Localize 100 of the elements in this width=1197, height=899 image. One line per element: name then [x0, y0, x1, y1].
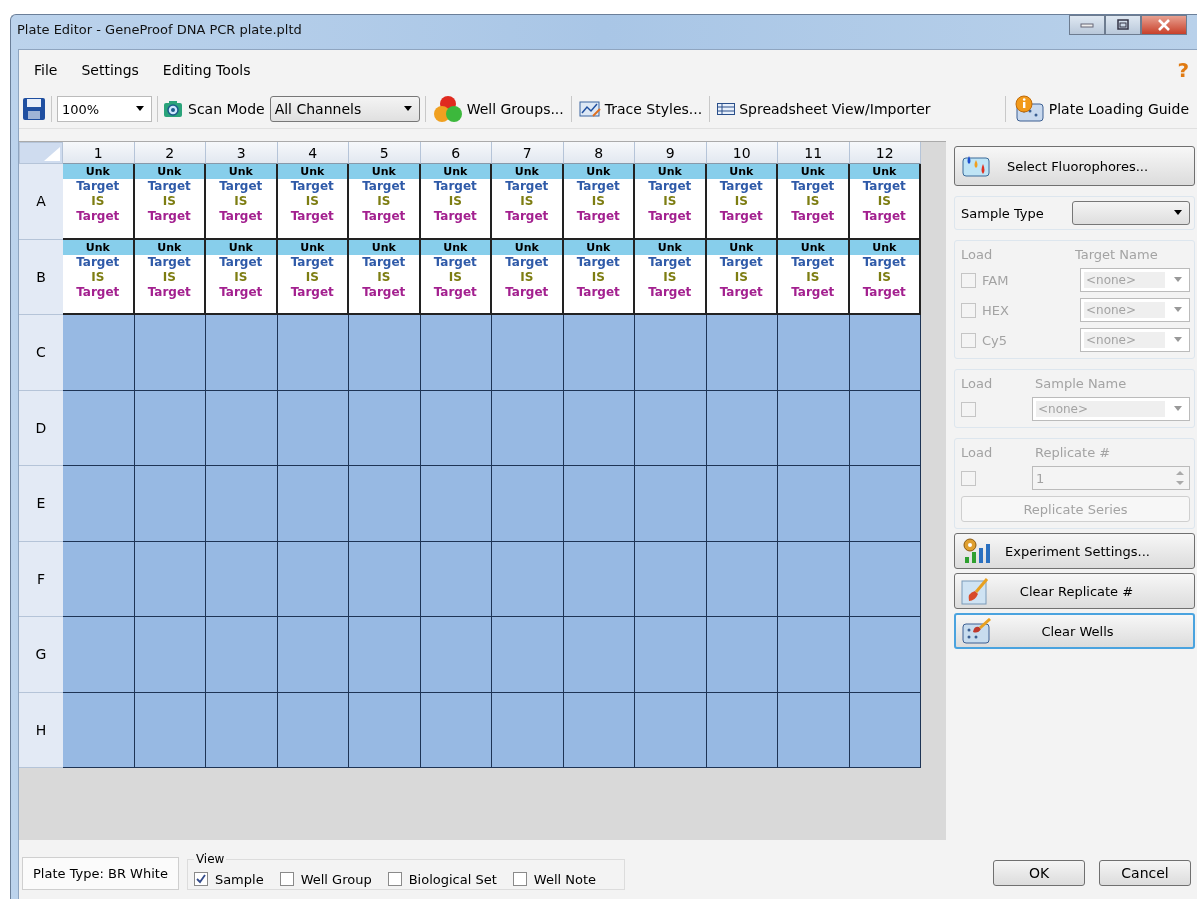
row-header[interactable]: F	[19, 541, 63, 617]
plate-well[interactable]	[492, 692, 564, 768]
plate-well[interactable]	[849, 466, 921, 542]
plate-well[interactable]	[706, 541, 778, 617]
plate-well[interactable]	[849, 315, 921, 391]
plate-well[interactable]	[492, 541, 564, 617]
plate-well[interactable]: Unk Target IS Target	[706, 239, 778, 315]
plate-well[interactable]: Unk Target IS Target	[206, 164, 278, 240]
plate-well[interactable]	[635, 466, 707, 542]
plate-well[interactable]	[420, 390, 492, 466]
plate-well[interactable]	[635, 617, 707, 693]
column-header[interactable]: 8	[563, 142, 635, 164]
menu-item[interactable]: Settings	[81, 62, 139, 78]
maximize-button[interactable]	[1105, 15, 1141, 35]
plate-well[interactable]	[206, 466, 278, 542]
plate-well[interactable]	[420, 541, 492, 617]
close-button[interactable]	[1141, 15, 1187, 35]
plate-well[interactable]	[778, 466, 850, 542]
plate-well[interactable]	[706, 692, 778, 768]
plate-well[interactable]	[706, 617, 778, 693]
menu-item[interactable]: Editing Tools	[162, 62, 251, 78]
plate-well[interactable]: Unk Target IS Target	[706, 164, 778, 240]
plate-well[interactable]	[563, 617, 635, 693]
plate-well[interactable]	[420, 692, 492, 768]
plate-well[interactable]	[349, 390, 421, 466]
menu-item[interactable]: File	[34, 62, 58, 78]
dialog-button[interactable]: OK	[993, 860, 1085, 886]
row-header[interactable]: C	[19, 315, 63, 391]
plate-well[interactable]: Unk Target IS Target	[778, 164, 850, 240]
plate-well[interactable]	[706, 466, 778, 542]
view-checkbox[interactable]: Well Group	[279, 871, 372, 887]
dialog-button[interactable]: Cancel	[1099, 860, 1191, 886]
plate-well[interactable]	[849, 541, 921, 617]
plate-well[interactable]	[134, 315, 206, 391]
plate-well[interactable]	[277, 466, 349, 542]
plate-well[interactable]	[277, 315, 349, 391]
plate-well[interactable]	[563, 541, 635, 617]
row-header[interactable]: H	[19, 692, 63, 768]
plate-well[interactable]	[635, 692, 707, 768]
plate-well[interactable]	[134, 541, 206, 617]
action-button[interactable]: Experiment Settings...	[954, 533, 1195, 569]
plate-well[interactable]	[778, 541, 850, 617]
plate-well[interactable]	[706, 390, 778, 466]
toolbar-button[interactable]: Plate Loading Guide	[1010, 95, 1191, 123]
plate-well[interactable]	[778, 692, 850, 768]
plate-well[interactable]	[492, 466, 564, 542]
column-header[interactable]: 6	[420, 142, 492, 164]
sample-type-dropdown[interactable]	[1072, 201, 1190, 225]
plate-well[interactable]	[349, 541, 421, 617]
plate-well[interactable]	[563, 692, 635, 768]
plate-well[interactable]	[563, 390, 635, 466]
plate-well[interactable]	[63, 390, 135, 466]
plate-well[interactable]: Unk Target IS Target	[420, 239, 492, 315]
plate-well[interactable]	[778, 390, 850, 466]
plate-well[interactable]	[778, 315, 850, 391]
plate-well[interactable]	[778, 617, 850, 693]
plate-well[interactable]	[420, 315, 492, 391]
plate-well[interactable]	[420, 617, 492, 693]
column-header[interactable]: 10	[706, 142, 778, 164]
column-header[interactable]: 3	[206, 142, 278, 164]
plate-well[interactable]	[277, 541, 349, 617]
column-header[interactable]: 12	[849, 142, 921, 164]
row-header[interactable]: D	[19, 390, 63, 466]
plate-well[interactable]	[849, 390, 921, 466]
view-checkbox[interactable]: Biological Set	[387, 871, 497, 887]
row-header[interactable]: B	[19, 239, 63, 315]
plate-well[interactable]	[635, 541, 707, 617]
plate-well[interactable]: Unk Target IS Target	[349, 164, 421, 240]
save-icon[interactable]	[22, 97, 46, 121]
plate-well[interactable]	[63, 466, 135, 542]
plate-well[interactable]: Unk Target IS Target	[134, 239, 206, 315]
plate-well[interactable]	[849, 617, 921, 693]
plate-well[interactable]	[277, 617, 349, 693]
scan-mode-dropdown[interactable]: All Channels	[269, 96, 420, 122]
corner-cell[interactable]	[19, 142, 63, 164]
plate-well[interactable]	[563, 315, 635, 391]
plate-well[interactable]: Unk Target IS Target	[563, 164, 635, 240]
toolbar-button[interactable]: Trace Styles...	[576, 100, 705, 118]
column-header[interactable]: 9	[635, 142, 707, 164]
plate-well[interactable]: Unk Target IS Target	[63, 164, 135, 240]
plate-well[interactable]	[206, 315, 278, 391]
zoom-dropdown[interactable]: 100%	[57, 96, 152, 122]
plate-well[interactable]	[349, 315, 421, 391]
plate-well[interactable]	[206, 390, 278, 466]
plate-well[interactable]: Unk Target IS Target	[277, 164, 349, 240]
plate-well[interactable]	[206, 541, 278, 617]
plate-well[interactable]	[277, 390, 349, 466]
plate-well[interactable]	[349, 466, 421, 542]
plate-well[interactable]: Unk Target IS Target	[492, 239, 564, 315]
row-header[interactable]: E	[19, 466, 63, 542]
row-header[interactable]: A	[19, 164, 63, 240]
column-header[interactable]: 5	[349, 142, 421, 164]
plate-well[interactable]: Unk Target IS Target	[778, 239, 850, 315]
plate-well[interactable]	[206, 692, 278, 768]
plate-well[interactable]: Unk Target IS Target	[563, 239, 635, 315]
plate-well[interactable]	[349, 617, 421, 693]
column-header[interactable]: 1	[63, 142, 135, 164]
plate-well[interactable]: Unk Target IS Target	[134, 164, 206, 240]
minimize-button[interactable]	[1069, 15, 1105, 35]
plate-well[interactable]: Unk Target IS Target	[349, 239, 421, 315]
